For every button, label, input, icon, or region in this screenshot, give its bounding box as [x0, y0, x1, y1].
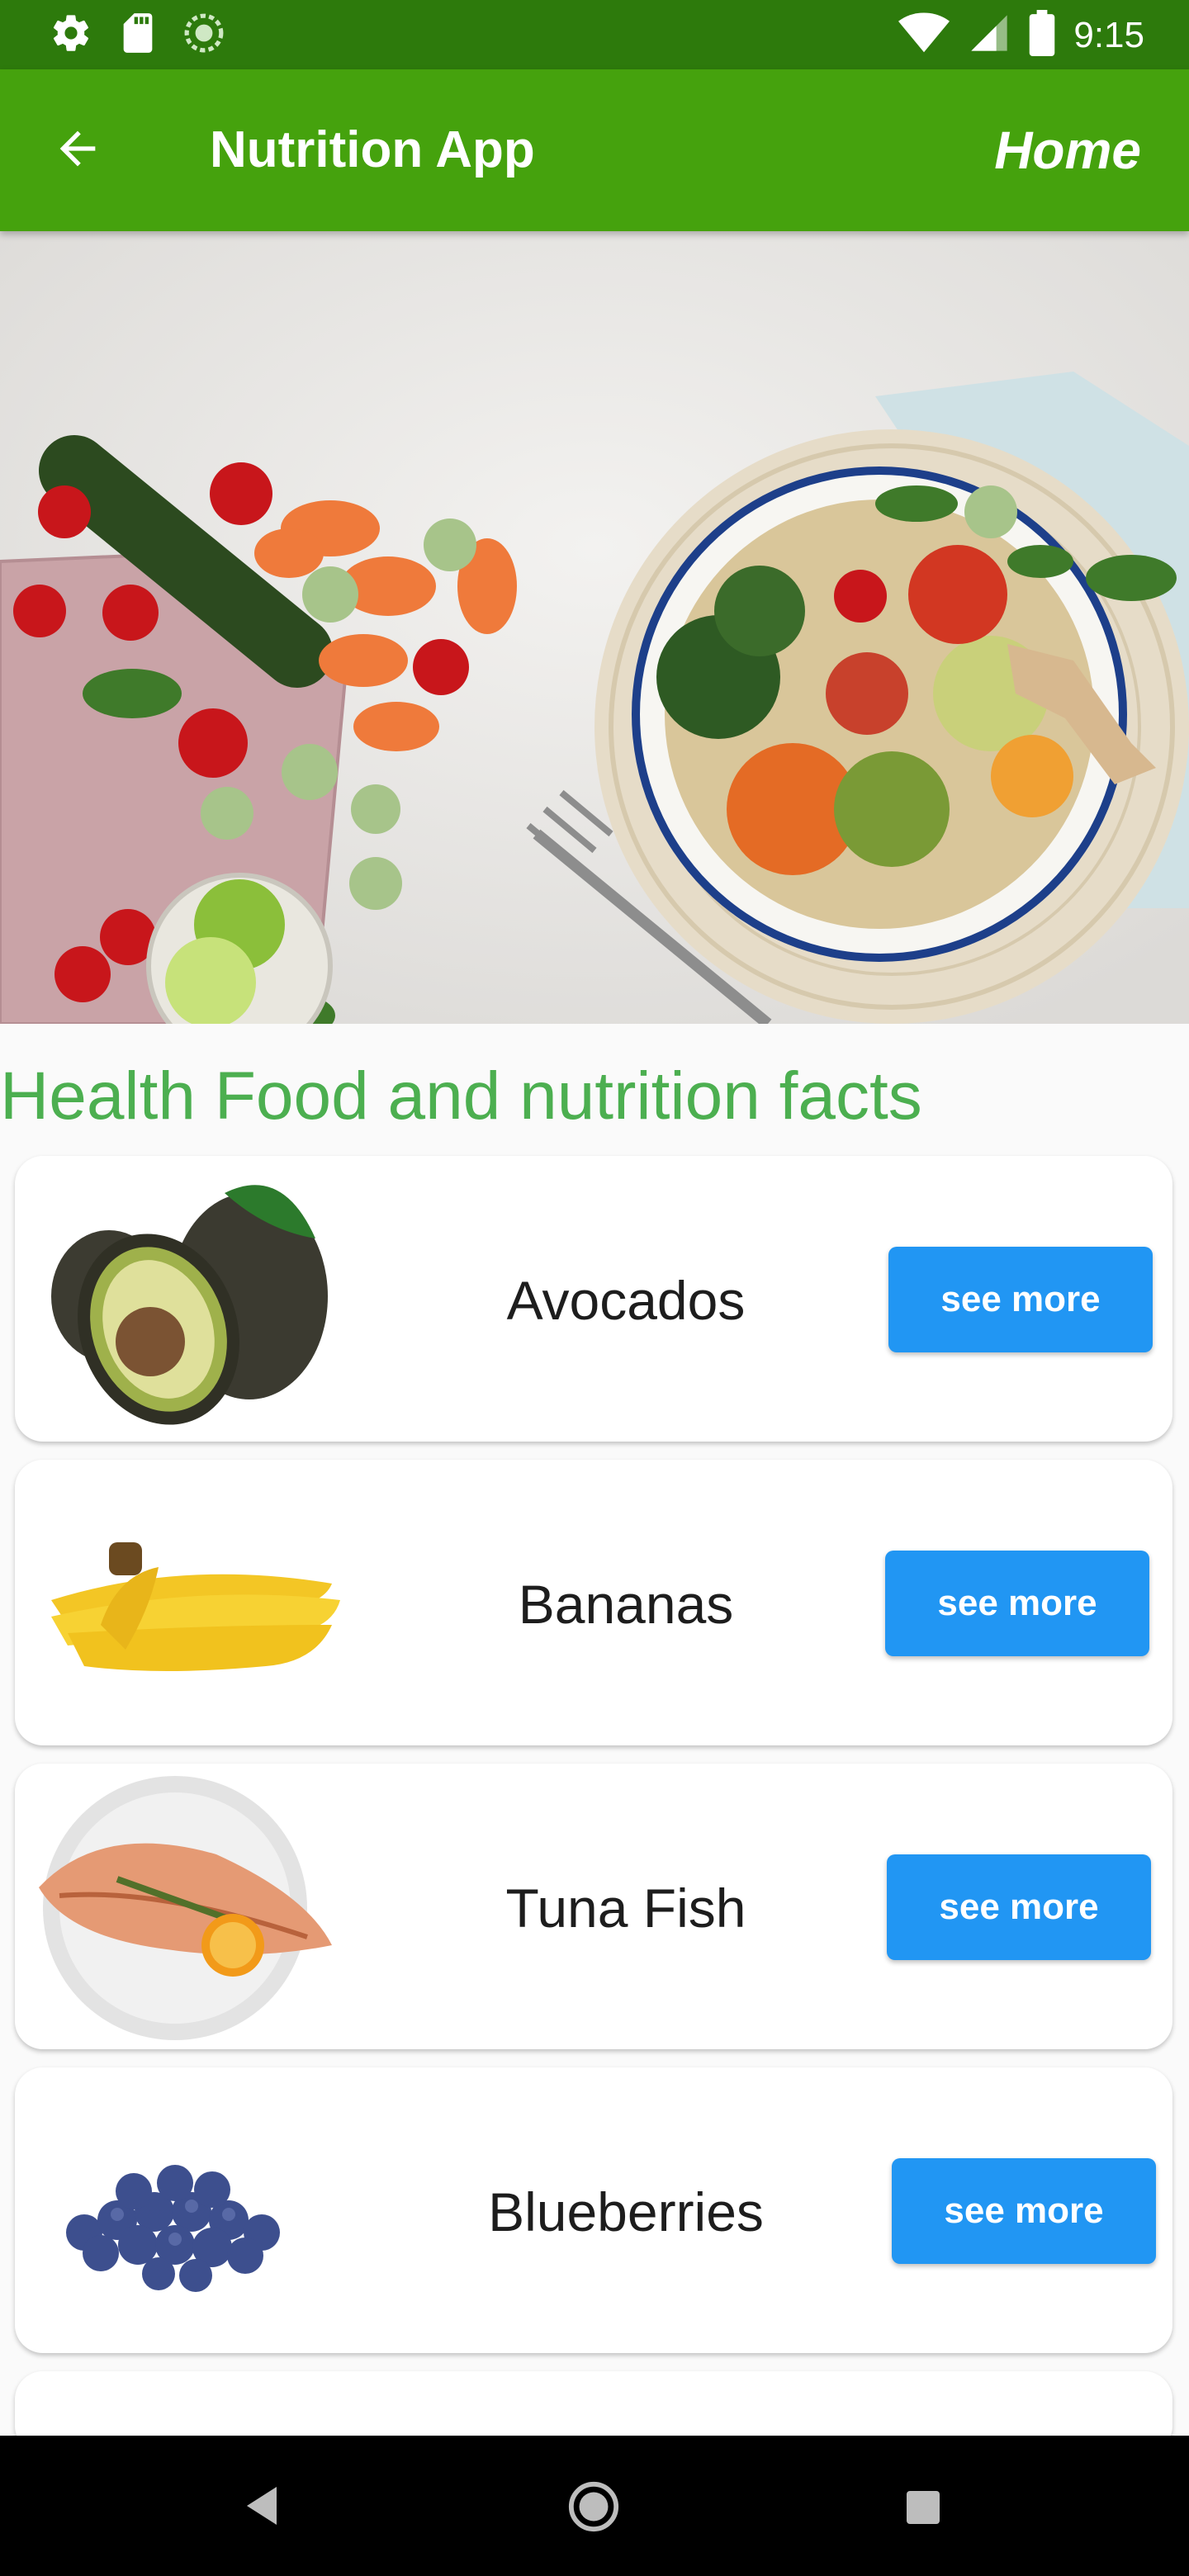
status-bar: 9:15 — [0, 0, 1189, 69]
food-card-tuna-fish: Tuna Fish see more — [15, 1764, 1172, 2049]
home-link[interactable]: Home — [994, 119, 1141, 182]
see-more-button[interactable]: see more — [892, 2158, 1156, 2264]
arrow-left-icon — [51, 122, 104, 179]
banana-image — [35, 1460, 348, 1745]
avocado-image — [35, 1156, 348, 1442]
see-more-button[interactable]: see more — [888, 1247, 1153, 1352]
tuna-fish-image — [35, 1764, 348, 2049]
sync-icon — [183, 12, 225, 58]
app-title: Nutrition App — [210, 121, 535, 178]
hero-food-banner-image — [0, 231, 1189, 1024]
back-button[interactable] — [45, 117, 111, 183]
battery-icon — [1029, 10, 1055, 60]
food-card-blueberries: Blueberries see more — [15, 2067, 1172, 2353]
app-bar: Nutrition App Home — [0, 69, 1189, 231]
food-card-avocados: Avocados see more — [15, 1156, 1172, 1442]
food-name: Tuna Fish — [505, 1878, 746, 1939]
see-more-button[interactable]: see more — [887, 1854, 1151, 1960]
food-card-bananas: Bananas see more — [15, 1460, 1172, 1745]
clock-time: 9:15 — [1073, 14, 1144, 55]
gear-icon — [50, 12, 92, 59]
signal-icon — [968, 12, 1011, 59]
recents-square-icon[interactable] — [905, 2489, 941, 2530]
see-more-button[interactable]: see more — [885, 1551, 1149, 1656]
home-circle-icon[interactable] — [566, 2479, 621, 2538]
blueberries-image — [35, 2067, 348, 2353]
section-title: Health Food and nutrition facts — [0, 1058, 922, 1134]
back-triangle-icon[interactable] — [244, 2485, 280, 2531]
food-name: Avocados — [506, 1270, 746, 1331]
food-name: Blueberries — [488, 2181, 764, 2242]
food-name: Bananas — [518, 1574, 734, 1635]
system-nav-bar — [0, 2436, 1189, 2576]
sd-card-icon — [119, 12, 157, 59]
wifi-icon — [898, 12, 950, 59]
